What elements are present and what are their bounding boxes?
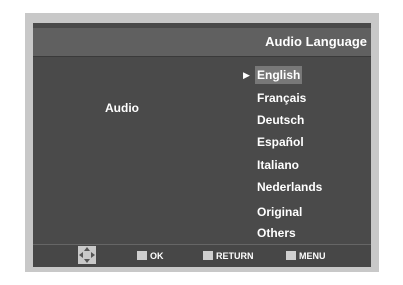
language-label: English bbox=[255, 66, 303, 84]
page-title: Audio Language bbox=[265, 34, 367, 49]
menu-label: MENU bbox=[299, 251, 326, 261]
directional-pad-icon bbox=[78, 246, 96, 264]
menu-icon bbox=[286, 251, 296, 261]
language-label: Nederlands bbox=[257, 180, 323, 194]
language-label: Deutsch bbox=[257, 113, 305, 127]
ok-label: OK bbox=[150, 251, 164, 261]
language-label: Others bbox=[257, 226, 296, 240]
enter-icon bbox=[137, 251, 147, 261]
osd-screen: Audio Language Audio ▶ English Français … bbox=[33, 23, 371, 267]
return-label: RETURN bbox=[216, 251, 254, 261]
ok-hint: OK bbox=[137, 249, 164, 263]
footer-bar: OK RETURN MENU bbox=[33, 244, 371, 267]
language-label: Español bbox=[257, 135, 304, 149]
title-bar: Audio Language bbox=[33, 28, 371, 57]
return-icon bbox=[203, 251, 213, 261]
menu-hint: MENU bbox=[286, 249, 326, 263]
language-label: Italiano bbox=[257, 158, 300, 172]
selection-arrow-icon: ▶ bbox=[243, 70, 250, 80]
return-hint: RETURN bbox=[203, 249, 254, 263]
language-label: Original bbox=[257, 205, 303, 219]
audio-section-label: Audio bbox=[105, 101, 139, 115]
language-label: Français bbox=[257, 91, 307, 105]
